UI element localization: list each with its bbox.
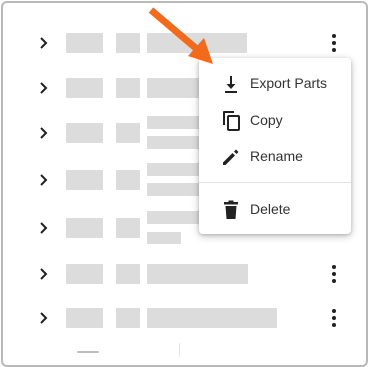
menu-item-label: Copy	[250, 112, 283, 128]
cutoff-row-divider	[179, 343, 180, 357]
more-vertical-icon[interactable]	[322, 31, 346, 55]
list-row[interactable]	[3, 259, 366, 289]
placeholder-block	[116, 123, 140, 143]
placeholder-block	[147, 211, 207, 224]
more-vertical-icon[interactable]	[322, 262, 346, 286]
placeholder-block	[66, 33, 103, 53]
menu-item-rename[interactable]: Rename	[199, 139, 351, 175]
chevron-right-icon[interactable]	[37, 36, 51, 50]
pencil-icon	[223, 149, 239, 165]
chevron-right-icon[interactable]	[37, 173, 51, 187]
placeholder-block	[116, 308, 140, 328]
menu-item-delete[interactable]: Delete	[199, 192, 351, 228]
menu-item-export-parts[interactable]: Export Parts	[199, 66, 351, 102]
list-row[interactable]	[3, 303, 366, 333]
placeholder-block	[147, 264, 248, 284]
chevron-right-icon[interactable]	[37, 221, 51, 235]
placeholder-block	[66, 308, 103, 328]
placeholder-block	[116, 33, 140, 53]
placeholder-block	[116, 264, 140, 284]
placeholder-block	[147, 183, 207, 196]
placeholder-block	[147, 116, 207, 129]
placeholder-block	[147, 78, 207, 98]
menu-divider	[199, 182, 351, 183]
menu-item-label: Rename	[250, 148, 303, 164]
menu-item-label: Delete	[250, 201, 291, 217]
chevron-right-icon[interactable]	[37, 267, 51, 281]
placeholder-block	[147, 232, 181, 244]
placeholder-block	[66, 123, 103, 143]
context-menu: Export Parts Copy Rename Delete	[199, 58, 351, 234]
placeholder-block	[66, 78, 103, 98]
placeholder-block	[116, 78, 140, 98]
trash-icon	[224, 200, 238, 219]
chevron-right-icon[interactable]	[37, 311, 51, 325]
placeholder-block	[66, 218, 103, 238]
chevron-right-icon[interactable]	[37, 126, 51, 140]
chevron-right-icon[interactable]	[37, 81, 51, 95]
download-icon	[225, 76, 237, 93]
placeholder-block	[147, 308, 277, 328]
copy-icon	[223, 111, 240, 131]
placeholder-block	[147, 163, 207, 176]
placeholder-block	[66, 264, 103, 284]
placeholder-block	[147, 136, 207, 149]
cutoff-row-edge	[77, 351, 99, 353]
placeholder-block	[116, 170, 140, 190]
placeholder-block	[116, 218, 140, 238]
list-row[interactable]	[3, 28, 366, 58]
placeholder-block	[66, 170, 103, 190]
menu-item-copy[interactable]: Copy	[199, 103, 351, 139]
placeholder-block	[147, 33, 247, 53]
more-vertical-icon[interactable]	[322, 306, 346, 330]
menu-item-label: Export Parts	[250, 75, 328, 91]
